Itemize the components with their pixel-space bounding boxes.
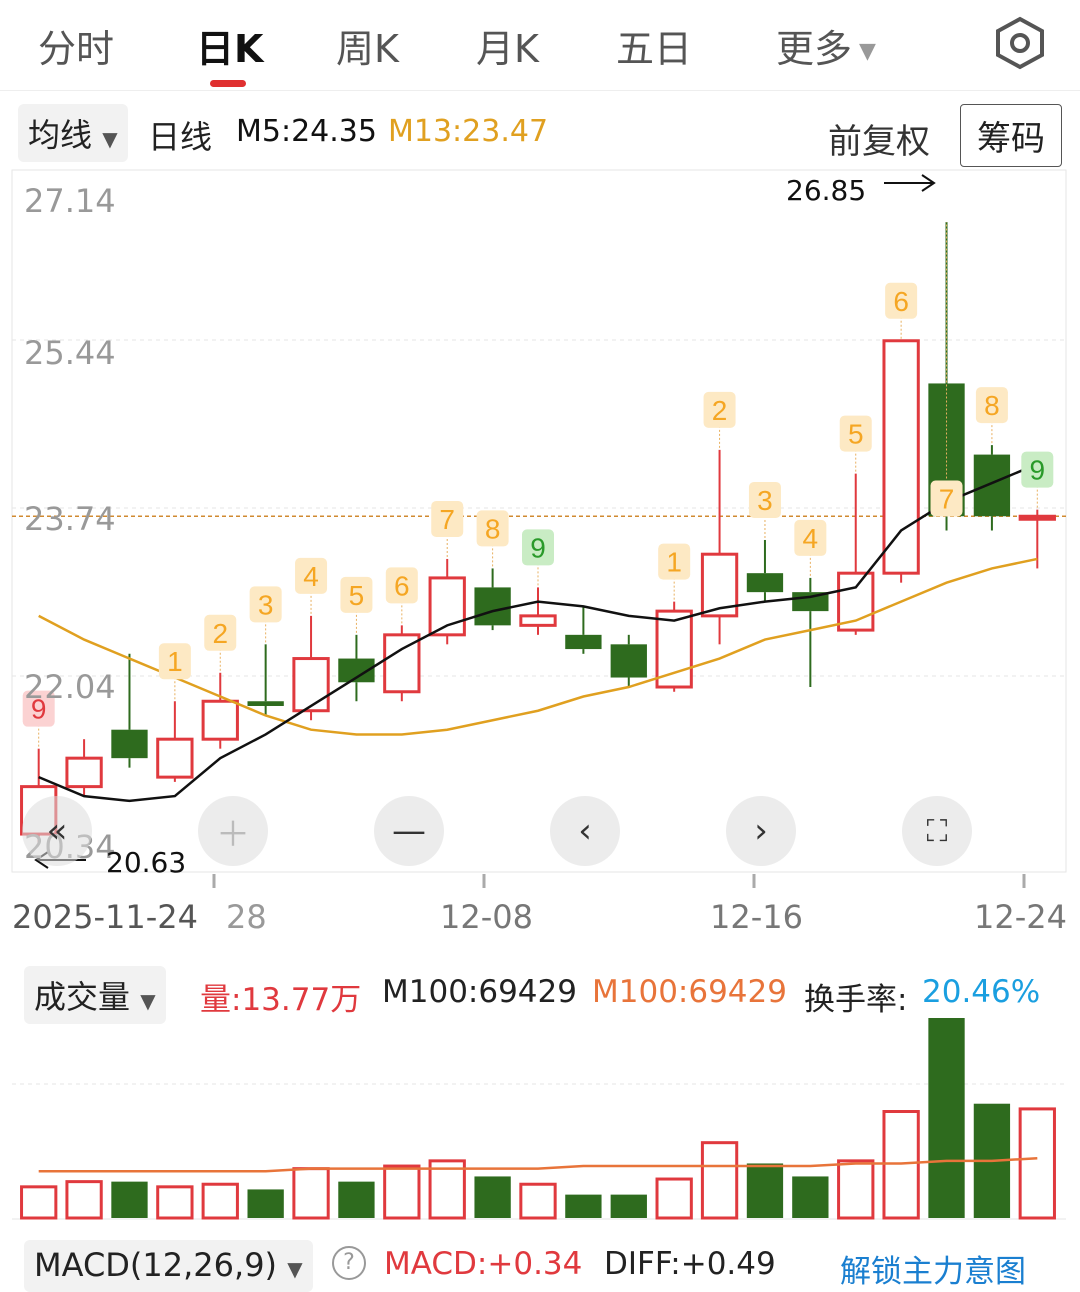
volume-bar bbox=[292, 1167, 330, 1220]
volume-bar bbox=[792, 1176, 829, 1218]
nine-turn-label: 1 bbox=[167, 646, 183, 677]
minus-icon: — bbox=[392, 811, 426, 851]
candle-body bbox=[519, 614, 557, 627]
volume-bar bbox=[383, 1164, 421, 1220]
nine-turn-label: 5 bbox=[349, 580, 365, 611]
volume-bar bbox=[882, 1110, 920, 1220]
volume-bar bbox=[428, 1159, 466, 1220]
nine-turn-label: 3 bbox=[258, 589, 274, 620]
price-label-2: 25.44 bbox=[24, 334, 116, 372]
date-label-4: 12-16 bbox=[710, 898, 803, 936]
fullscreen-button[interactable]: ⛶ bbox=[902, 796, 972, 866]
volume-ma-a: M100:69429 bbox=[382, 974, 577, 1010]
double-chevron-left-icon: « bbox=[46, 811, 68, 851]
volume-bar bbox=[655, 1177, 693, 1220]
nine-turn-label: 4 bbox=[303, 561, 319, 592]
volume-bar bbox=[610, 1194, 647, 1218]
turnover-value: 20.46% bbox=[922, 974, 1041, 1010]
diff-value: DIFF:+0.49 bbox=[604, 1246, 776, 1282]
volume-bar bbox=[928, 1018, 965, 1218]
nine-turn-label: 9 bbox=[530, 532, 546, 563]
volume-bar bbox=[837, 1159, 875, 1220]
date-label-end: 12-24 bbox=[974, 898, 1067, 936]
chevron-right-icon: › bbox=[754, 811, 768, 851]
volume-bar bbox=[474, 1176, 511, 1218]
volume-bar bbox=[201, 1182, 239, 1220]
volume-bar bbox=[973, 1103, 1011, 1218]
candle-body bbox=[201, 699, 239, 741]
volume-bar bbox=[156, 1185, 194, 1220]
volume-bar bbox=[1018, 1107, 1056, 1220]
volume-ma-b: M100:69429 bbox=[592, 974, 787, 1010]
nine-turn-label: 8 bbox=[984, 390, 1000, 421]
nine-turn-label: 7 bbox=[939, 483, 955, 514]
volume-bar bbox=[700, 1141, 739, 1220]
volume-bar bbox=[565, 1194, 602, 1218]
caret-down-icon: ▼ bbox=[140, 989, 156, 1013]
volume-ma-line bbox=[38, 1157, 1038, 1173]
volume-bar bbox=[65, 1180, 103, 1220]
volume-bar bbox=[746, 1163, 784, 1218]
macd-selector-label: MACD(12,26,9) bbox=[34, 1246, 278, 1284]
nine-turn-label: 3 bbox=[757, 485, 773, 516]
caret-down-icon: ▼ bbox=[287, 1257, 303, 1281]
chevron-left-icon: ‹ bbox=[578, 811, 592, 851]
macd-selector[interactable]: MACD(12,26,9) ▼ bbox=[24, 1240, 313, 1292]
volume-bar bbox=[247, 1189, 284, 1218]
price-label-top: 27.14 bbox=[24, 182, 116, 220]
candle-body bbox=[973, 454, 1011, 517]
date-label-start: 2025-11-24 bbox=[12, 898, 198, 936]
volume-bar bbox=[20, 1185, 58, 1220]
nine-turn-label: 7 bbox=[439, 504, 455, 535]
date-label-3: 12-08 bbox=[440, 898, 533, 936]
candle-body bbox=[65, 756, 103, 789]
candle-body bbox=[156, 737, 194, 779]
volume-bar bbox=[111, 1181, 148, 1218]
nine-turn-label: 9 bbox=[1030, 455, 1046, 486]
candle-body bbox=[1018, 514, 1056, 521]
zoom-out-button[interactable]: — bbox=[374, 796, 444, 866]
candle-body bbox=[111, 729, 148, 759]
candle-body bbox=[565, 634, 602, 650]
volume-selector-label: 成交量 bbox=[34, 978, 131, 1016]
scroll-left-button[interactable]: ‹ bbox=[550, 796, 620, 866]
price-label-3: 23.74 bbox=[24, 500, 116, 538]
nine-turn-label: 2 bbox=[712, 395, 728, 426]
nine-turn-label: 5 bbox=[848, 419, 864, 450]
plus-icon: ＋ bbox=[216, 814, 250, 855]
nine-turn-label: 6 bbox=[893, 286, 909, 317]
high-price-label: 26.85 bbox=[786, 174, 867, 207]
nine-turn-label: 8 bbox=[485, 513, 501, 544]
fast-back-button[interactable]: « bbox=[22, 796, 92, 866]
candle-body bbox=[610, 644, 647, 678]
date-label-2: 28 bbox=[226, 898, 267, 936]
candle-body bbox=[474, 587, 511, 626]
scroll-right-button[interactable]: › bbox=[726, 796, 796, 866]
candle-body bbox=[247, 701, 284, 706]
nine-turn-label: 4 bbox=[803, 523, 819, 554]
nine-turn-label: 6 bbox=[394, 570, 410, 601]
low-price-label: 20.63 bbox=[106, 846, 187, 879]
fullscreen-icon: ⛶ bbox=[926, 813, 948, 849]
volume-value: 量:13.77万 bbox=[200, 982, 362, 1018]
volume-selector[interactable]: 成交量 ▼ bbox=[24, 966, 166, 1024]
unlock-main-intent-link[interactable]: 解锁主力意图 bbox=[840, 1246, 1026, 1291]
help-icon[interactable]: ? bbox=[332, 1246, 366, 1280]
turnover-label: 换手率: bbox=[804, 982, 908, 1018]
volume-bar bbox=[519, 1182, 557, 1220]
zoom-in-button[interactable]: ＋ bbox=[198, 796, 268, 866]
price-label-4: 22.04 bbox=[24, 668, 116, 706]
candle-body bbox=[746, 573, 784, 593]
nine-turn-label: 2 bbox=[212, 618, 228, 649]
macd-value: MACD:+0.34 bbox=[384, 1246, 583, 1282]
candle-body bbox=[882, 339, 920, 575]
nine-turn-label: 1 bbox=[666, 547, 682, 578]
candle-body bbox=[292, 657, 330, 713]
volume-bar bbox=[338, 1181, 375, 1218]
